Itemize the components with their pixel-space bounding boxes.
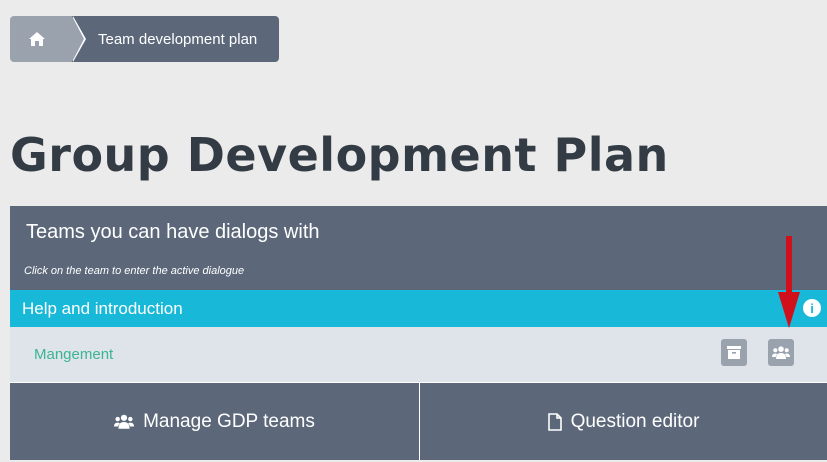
team-row[interactable]: Mangement [10,327,827,383]
panel-title: Teams you can have dialogs with [26,221,320,243]
breadcrumb-current[interactable]: Team development plan [72,16,280,62]
info-icon[interactable]: i [803,299,821,317]
users-icon [114,414,135,429]
team-members-button[interactable] [768,339,794,366]
page-title: Group Development Plan [10,128,669,182]
teams-panel: Teams you can have dialogs with Click on… [10,206,827,460]
panel-header: Teams you can have dialogs with Click on… [10,206,827,290]
help-and-introduction-row[interactable]: Help and introduction i [10,290,827,327]
red-arrow-annotation [778,236,800,328]
question-editor-label: Question editor [570,410,700,432]
help-label: Help and introduction [22,298,183,318]
breadcrumb-home[interactable] [10,16,86,62]
panel-subtitle: Click on the team to enter the active di… [24,265,245,277]
team-name[interactable]: Mangement [34,346,113,363]
archive-icon [727,346,741,359]
manage-gdp-teams-label: Manage GDP teams [143,410,315,432]
breadcrumb: Team development plan [10,16,280,62]
panel-footer: Manage GDP teams Question editor [10,383,827,460]
manage-gdp-teams-button[interactable]: Manage GDP teams [10,383,420,460]
archive-team-button[interactable] [721,339,747,366]
question-editor-button[interactable]: Question editor [420,383,827,460]
home-icon [29,32,45,46]
breadcrumb-current-label: Team development plan [98,30,258,48]
file-icon [547,412,562,431]
users-icon [772,346,790,359]
